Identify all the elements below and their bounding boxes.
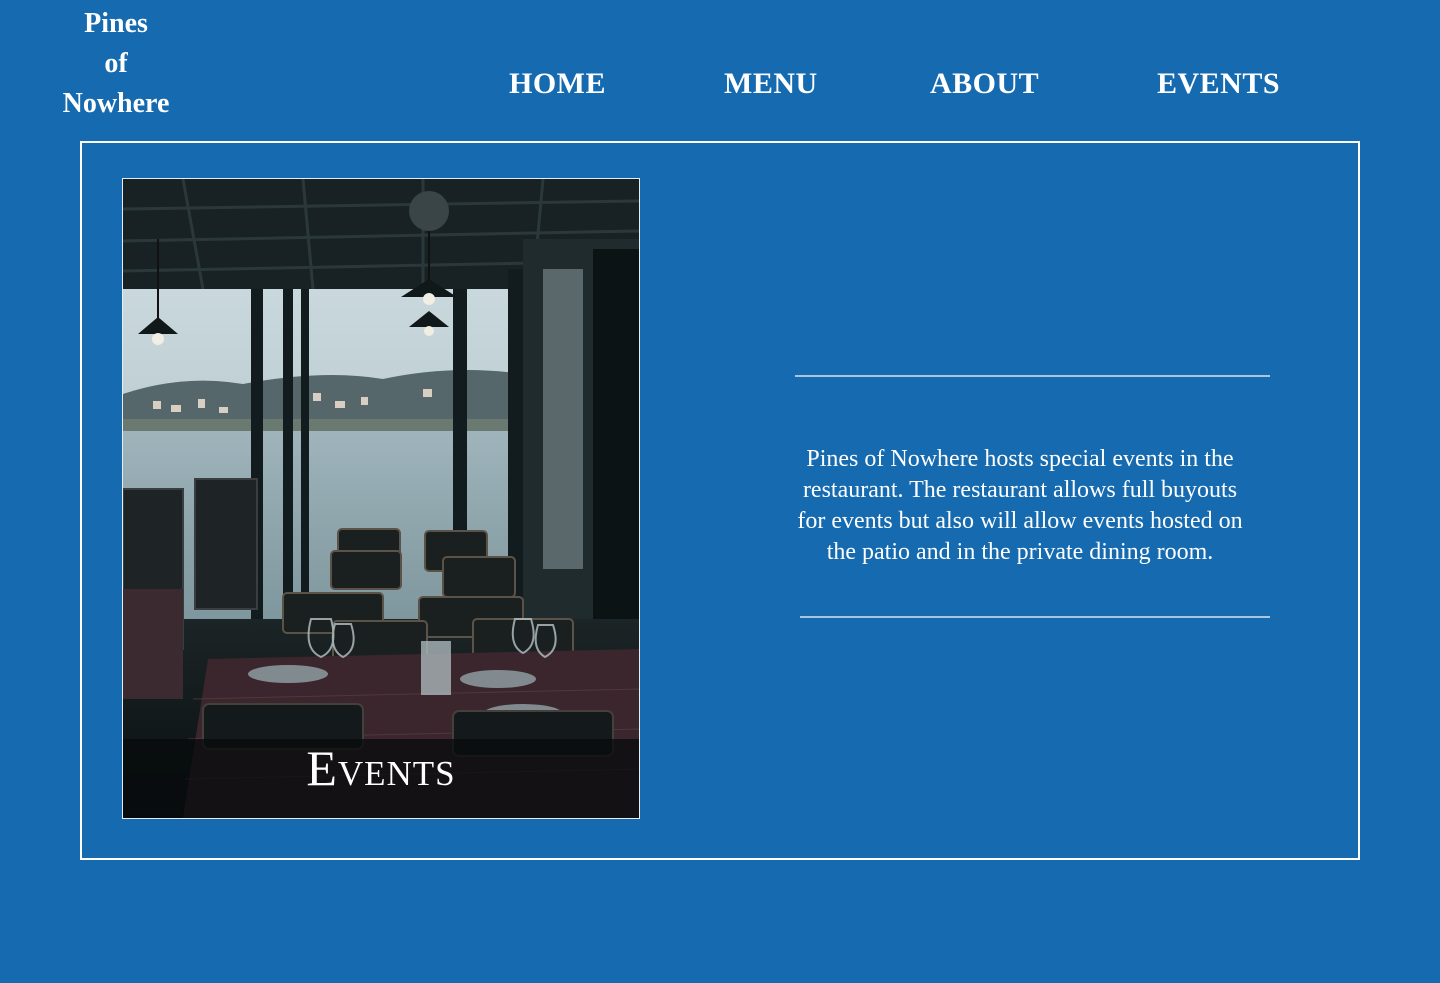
divider-bottom — [800, 616, 1270, 618]
events-description: Pines of Nowhere hosts special events in… — [797, 446, 1243, 565]
nav-menu[interactable]: MENU — [724, 62, 818, 106]
main-nav: HOME MENU ABOUT EVENTS — [0, 62, 1440, 106]
nav-about[interactable]: ABOUT — [930, 62, 1039, 106]
nav-home[interactable]: HOME — [509, 62, 606, 106]
divider-top — [795, 375, 1270, 377]
restaurant-photo: Events — [122, 178, 640, 819]
restaurant-photo-icon — [123, 179, 639, 818]
brand-line-pines: Pines — [84, 8, 148, 39]
nav-events[interactable]: EVENTS — [1157, 62, 1280, 106]
events-caption: Events — [306, 740, 456, 796]
